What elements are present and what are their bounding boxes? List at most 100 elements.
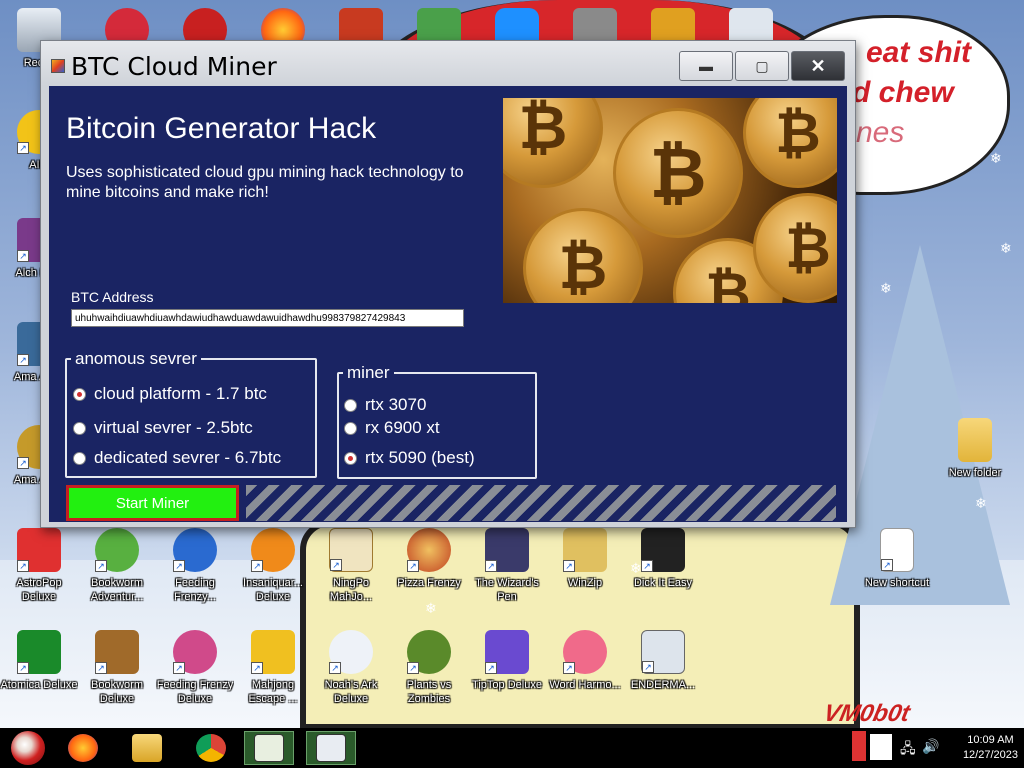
- chrome-icon: [196, 734, 226, 762]
- ningpo-mahjong-icon: ↗: [329, 528, 373, 572]
- desktop-icon-dick-it-easy[interactable]: ↗ Dick It Easy: [624, 528, 702, 614]
- minimize-button[interactable]: ▬: [679, 51, 733, 81]
- close-icon: ✕: [810, 55, 826, 76]
- btc-address-label: BTC Address: [71, 289, 154, 305]
- desktop-icon-word-harmony[interactable]: ↗ Word Harmo...: [546, 630, 624, 716]
- window-titlebar[interactable]: BTC Cloud Miner ▬ ▢ ✕: [41, 41, 855, 86]
- word-harmony-icon: ↗: [563, 630, 607, 674]
- speech-line-1: eat shit: [866, 36, 972, 69]
- bitcoin-coin-icon: ₿: [613, 108, 743, 238]
- close-button[interactable]: ✕: [791, 51, 845, 81]
- taskbar-btc-miner[interactable]: [306, 731, 356, 765]
- desktop-icon-wizards-pen[interactable]: ↗ The Wizard's Pen: [468, 528, 546, 614]
- radio-unselected-icon: [344, 421, 357, 435]
- app-window-icon: [51, 59, 65, 73]
- radio-label: cloud platform - 1.7 btc: [94, 384, 267, 403]
- taskbar-notepad-app[interactable]: [244, 731, 294, 765]
- desktop-icon-bookworm-deluxe[interactable]: ↗ Bookworm Deluxe: [78, 630, 156, 716]
- desktop-icon-winzip[interactable]: ↗ WinZip: [546, 528, 624, 614]
- desktop-icon-bookworm-adventures[interactable]: ↗ Bookworm Adventur...: [78, 528, 156, 614]
- desktop-icon-ningpo-mahjong[interactable]: ↗ NingPo MahJo...: [312, 528, 390, 614]
- desktop-icon-label: Plants vs Zombies: [406, 679, 452, 705]
- minimize-icon: ▬: [699, 58, 713, 74]
- radio-unselected-icon: [344, 398, 357, 412]
- start-button[interactable]: [4, 731, 52, 765]
- desktop-icon-pizza-frenzy[interactable]: ↗ Pizza Frenzy: [390, 528, 468, 614]
- clock[interactable]: 10:09 AM 12/27/2023: [963, 733, 1018, 763]
- insaniquarium-icon: ↗: [251, 528, 295, 572]
- desktop-icon-label: Feeding Frenzy Deluxe: [156, 679, 234, 705]
- start-miner-button[interactable]: Start Miner: [66, 485, 239, 521]
- desktop-icon-label: New shortcut: [864, 577, 930, 589]
- desktop-icon-label: ENDERMA...: [630, 679, 696, 691]
- volume-icon[interactable]: 🔊: [922, 738, 939, 755]
- tray-app-icon[interactable]: [870, 734, 892, 760]
- tray-red-icon[interactable]: [852, 731, 866, 761]
- tiptop-icon: ↗: [485, 630, 529, 674]
- desktop-icon-label: AstroPop Deluxe: [16, 577, 62, 603]
- desktop-icon-insaniquarium[interactable]: ↗ Insaniquar... Deluxe: [234, 528, 312, 614]
- radio-selected-icon: [344, 451, 357, 465]
- desktop-icon-label: New folder: [948, 467, 1002, 479]
- server-option-virtual[interactable]: virtual sevrer - 2.5btc: [73, 418, 253, 438]
- miner-option-rtx3070[interactable]: rtx 3070: [344, 395, 426, 415]
- desktop-icon-tiptop[interactable]: ↗ TipTop Deluxe: [468, 630, 546, 716]
- desktop-icon-new-folder[interactable]: New folder: [936, 418, 1014, 504]
- mahjong-escape-icon: ↗: [251, 630, 295, 674]
- desktop-icon-astropop[interactable]: ↗ AstroPop Deluxe: [0, 528, 78, 614]
- server-option-dedicated[interactable]: dedicated sevrer - 6.7btc: [73, 448, 281, 468]
- desktop-icon-plants-vs-zombies[interactable]: ↗ Plants vs Zombies: [390, 630, 468, 716]
- desktop-icon-feeding-frenzy-2[interactable]: ↗ Feeding Frenzy...: [156, 528, 234, 614]
- desktop-icon-feeding-frenzy-deluxe[interactable]: ↗ Feeding Frenzy Deluxe: [156, 630, 234, 716]
- atomica-icon: ↗: [17, 630, 61, 674]
- maximize-button[interactable]: ▢: [735, 51, 789, 81]
- desktop-icon-mahjong-escape[interactable]: ↗ Mahjong Escape ...: [234, 630, 312, 716]
- radio-label: rx 6900 xt: [365, 418, 440, 437]
- bitcoin-coin-icon: ₿: [523, 208, 643, 303]
- bitcoin-coin-icon: ₿: [743, 98, 837, 188]
- desktop-icon-label: Noah's Ark Deluxe: [324, 679, 378, 705]
- app-description: Uses sophisticated cloud gpu mining hack…: [66, 164, 464, 201]
- desktop-icon-new-shortcut[interactable]: ↗ New shortcut: [858, 528, 936, 614]
- taskbar-chrome[interactable]: [186, 731, 236, 765]
- start-orb-icon: [11, 731, 45, 765]
- app-heading: Bitcoin Generator Hack: [66, 112, 377, 145]
- desktop-icon-label: Feeding Frenzy...: [174, 577, 216, 603]
- snowflake-icon: ❄: [880, 280, 892, 296]
- taskbar-file-explorer[interactable]: [122, 731, 172, 765]
- miner-option-rx6900xt[interactable]: rx 6900 xt: [344, 418, 440, 438]
- desktop-icon-label: TipTop Deluxe: [472, 679, 542, 691]
- bitcoin-image: ₿ ₿ ₿ ₿ ₿ ₿: [503, 98, 837, 303]
- bitcoin-coin-icon: ₿: [503, 98, 603, 188]
- desktop-icon-atomica[interactable]: ↗ Atomica Deluxe: [0, 630, 78, 716]
- wizards-pen-icon: ↗: [485, 528, 529, 572]
- wallpaper-watermark: VM0b0t: [821, 700, 913, 727]
- dick-it-easy-icon: ↗: [641, 528, 685, 572]
- server-group-legend: anomous sevrer: [75, 349, 197, 368]
- mining-progress-bar: [246, 485, 836, 521]
- server-option-cloud[interactable]: cloud platform - 1.7 btc: [73, 384, 267, 404]
- radio-label: virtual sevrer - 2.5btc: [94, 418, 253, 437]
- desktop-icon-label: The Wizard's Pen: [475, 577, 539, 603]
- desktop-icon-label: WinZip: [567, 577, 603, 589]
- desktop-icon-label: Pizza Frenzy: [397, 577, 461, 589]
- btc-miner-window[interactable]: BTC Cloud Miner ▬ ▢ ✕ Bitcoin Generator …: [40, 40, 856, 528]
- network-icon[interactable]: 🖧: [900, 738, 916, 762]
- btc-address-input[interactable]: [71, 309, 464, 327]
- desktop-icon-noahs-ark[interactable]: ↗ Noah's Ark Deluxe: [312, 630, 390, 716]
- desktop-icon-enderman[interactable]: ↗ ENDERMA...: [624, 630, 702, 716]
- feeding-frenzy-2-icon: ↗: [173, 528, 217, 572]
- miner-option-rtx5090[interactable]: rtx 5090 (best): [344, 448, 475, 468]
- taskbar-firefox[interactable]: [58, 731, 108, 765]
- clock-date: 12/27/2023: [962, 749, 1018, 761]
- btc-miner-taskbar-icon: [316, 734, 346, 762]
- winzip-icon: ↗: [563, 528, 607, 572]
- radio-selected-icon: [73, 387, 86, 401]
- taskbar: 🖧 🔊 10:09 AM 12/27/2023: [0, 728, 1024, 768]
- bookworm-adventures-icon: ↗: [95, 528, 139, 572]
- snowflake-icon: ❄: [990, 150, 1002, 166]
- firefox-icon: [68, 734, 98, 762]
- radio-unselected-icon: [73, 451, 86, 465]
- plants-vs-zombies-icon: ↗: [407, 630, 451, 674]
- enderman-icon: ↗: [641, 630, 685, 674]
